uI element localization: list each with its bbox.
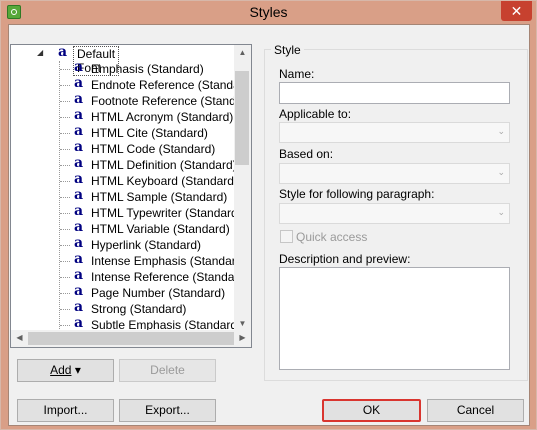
tree-item-label: HTML Code (Standard)	[91, 142, 216, 156]
character-style-icon: a	[74, 123, 84, 139]
collapse-icon[interactable]: ◢	[37, 48, 43, 57]
chevron-down-icon: ⌄	[497, 126, 505, 136]
tree-item-label: HTML Acronym (Standard)	[91, 110, 234, 124]
tree-item-label: Hyperlink (Standard)	[91, 238, 202, 252]
scroll-right-icon[interactable]: ▶	[234, 333, 251, 342]
styles-dialog: Styles ✕ ◢ a Default Font a Emphasis (Sta…	[0, 0, 537, 430]
scroll-left-icon[interactable]: ◀	[11, 333, 28, 342]
character-style-icon: a	[74, 75, 84, 91]
based-on-select[interactable]: ⌄	[279, 163, 510, 184]
window-title: Styles	[249, 4, 288, 20]
tree-connector	[60, 133, 70, 134]
character-style-icon: a	[74, 251, 84, 267]
character-style-icon: a	[74, 267, 84, 283]
character-style-icon: a	[74, 59, 84, 75]
tree-item-label: HTML Cite (Standard)	[91, 126, 208, 140]
tree-item-label: HTML Keyboard (Standard)	[91, 174, 238, 188]
vertical-scroll-thumb[interactable]	[235, 71, 249, 165]
following-style-label: Style for following paragraph:	[279, 187, 435, 201]
dialog-body: ◢ a Default Font a Emphasis (Standard) aE…	[8, 24, 530, 426]
name-field[interactable]	[279, 82, 510, 104]
tree-connector	[60, 261, 70, 262]
scroll-down-icon[interactable]: ▼	[234, 319, 251, 328]
import-button[interactable]: Import...	[17, 399, 114, 422]
name-label: Name:	[279, 67, 315, 81]
tree-item-label: Intense Emphasis (Standard)	[91, 254, 247, 268]
scroll-corner: ▶	[234, 330, 251, 347]
horizontal-scrollbar[interactable]: ◀	[11, 330, 236, 347]
tree-connector	[60, 181, 70, 182]
applicable-to-select[interactable]: ⌄	[279, 122, 510, 143]
close-button[interactable]: ✕	[501, 1, 532, 21]
character-style-icon: a	[74, 107, 84, 123]
following-style-select[interactable]: ⌄	[279, 203, 510, 224]
tree-item-label: Strong (Standard)	[91, 302, 187, 316]
title-bar[interactable]: Styles ✕	[1, 1, 536, 24]
horizontal-scroll-thumb[interactable]	[28, 332, 236, 345]
character-style-icon: a	[74, 187, 84, 203]
add-button[interactable]: Add ▾	[17, 359, 114, 382]
character-style-icon: a	[74, 91, 84, 107]
tree-item-label: HTML Variable (Standard)	[91, 222, 230, 236]
character-style-icon: a	[74, 219, 84, 235]
character-style-icon: a	[74, 139, 84, 155]
character-style-icon: a	[74, 315, 84, 331]
tree-connector	[60, 149, 70, 150]
tree-connector	[60, 325, 70, 326]
tree-item-label: Emphasis (Standard)	[91, 62, 204, 76]
style-group-title: Style	[271, 43, 304, 57]
character-style-icon: a	[74, 283, 84, 299]
character-style-icon: a	[74, 155, 84, 171]
tree-item-label: Endnote Reference (Standard)	[91, 78, 252, 92]
quick-access-checkbox[interactable]	[280, 230, 293, 243]
tree-connector	[60, 229, 70, 230]
tree-item-label: Footnote Reference (Standard)	[91, 94, 252, 108]
tree-connector	[60, 309, 70, 310]
based-on-label: Based on:	[279, 147, 334, 161]
quick-access-label: Quick access	[296, 230, 368, 244]
applicable-to-label: Applicable to:	[279, 107, 352, 121]
character-style-icon: a	[74, 203, 84, 219]
export-button[interactable]: Export...	[119, 399, 216, 422]
tree-item-label: HTML Sample (Standard)	[91, 190, 228, 204]
cancel-button[interactable]: Cancel	[427, 399, 524, 422]
tree-connector	[60, 213, 70, 214]
tree-connector	[60, 85, 70, 86]
vertical-scrollbar[interactable]: ▲ ▼	[234, 45, 251, 331]
tree-connector	[60, 197, 70, 198]
add-button-label: Add	[50, 363, 72, 377]
chevron-down-icon: ⌄	[497, 207, 505, 217]
tree-connector	[60, 245, 70, 246]
description-preview	[279, 267, 510, 370]
description-label: Description and preview:	[279, 252, 411, 266]
chevron-down-icon: ⌄	[497, 167, 505, 177]
tree-connector	[60, 117, 70, 118]
tree-connector	[60, 277, 70, 278]
tree-item-label: HTML Typewriter (Standard)	[91, 206, 242, 220]
tree-connector	[60, 293, 70, 294]
tree-connector	[60, 101, 70, 102]
dropdown-caret-icon: ▾	[74, 363, 81, 377]
tree-item-label: HTML Definition (Standard)	[91, 158, 237, 172]
character-style-icon: a	[74, 235, 84, 251]
tree-item-label: Intense Reference (Standard)	[91, 270, 250, 284]
tree-item-label: Page Number (Standard)	[91, 286, 226, 300]
tree-connector	[60, 165, 70, 166]
tree-connector	[60, 69, 70, 70]
character-style-icon: a	[58, 44, 68, 60]
character-style-icon: a	[74, 171, 84, 187]
ok-button[interactable]: OK	[322, 399, 421, 422]
character-style-icon: a	[74, 299, 84, 315]
delete-button[interactable]: Delete	[119, 359, 216, 382]
style-tree[interactable]: ◢ a Default Font a Emphasis (Standard) aE…	[10, 44, 252, 348]
scroll-up-icon[interactable]: ▲	[234, 48, 251, 57]
